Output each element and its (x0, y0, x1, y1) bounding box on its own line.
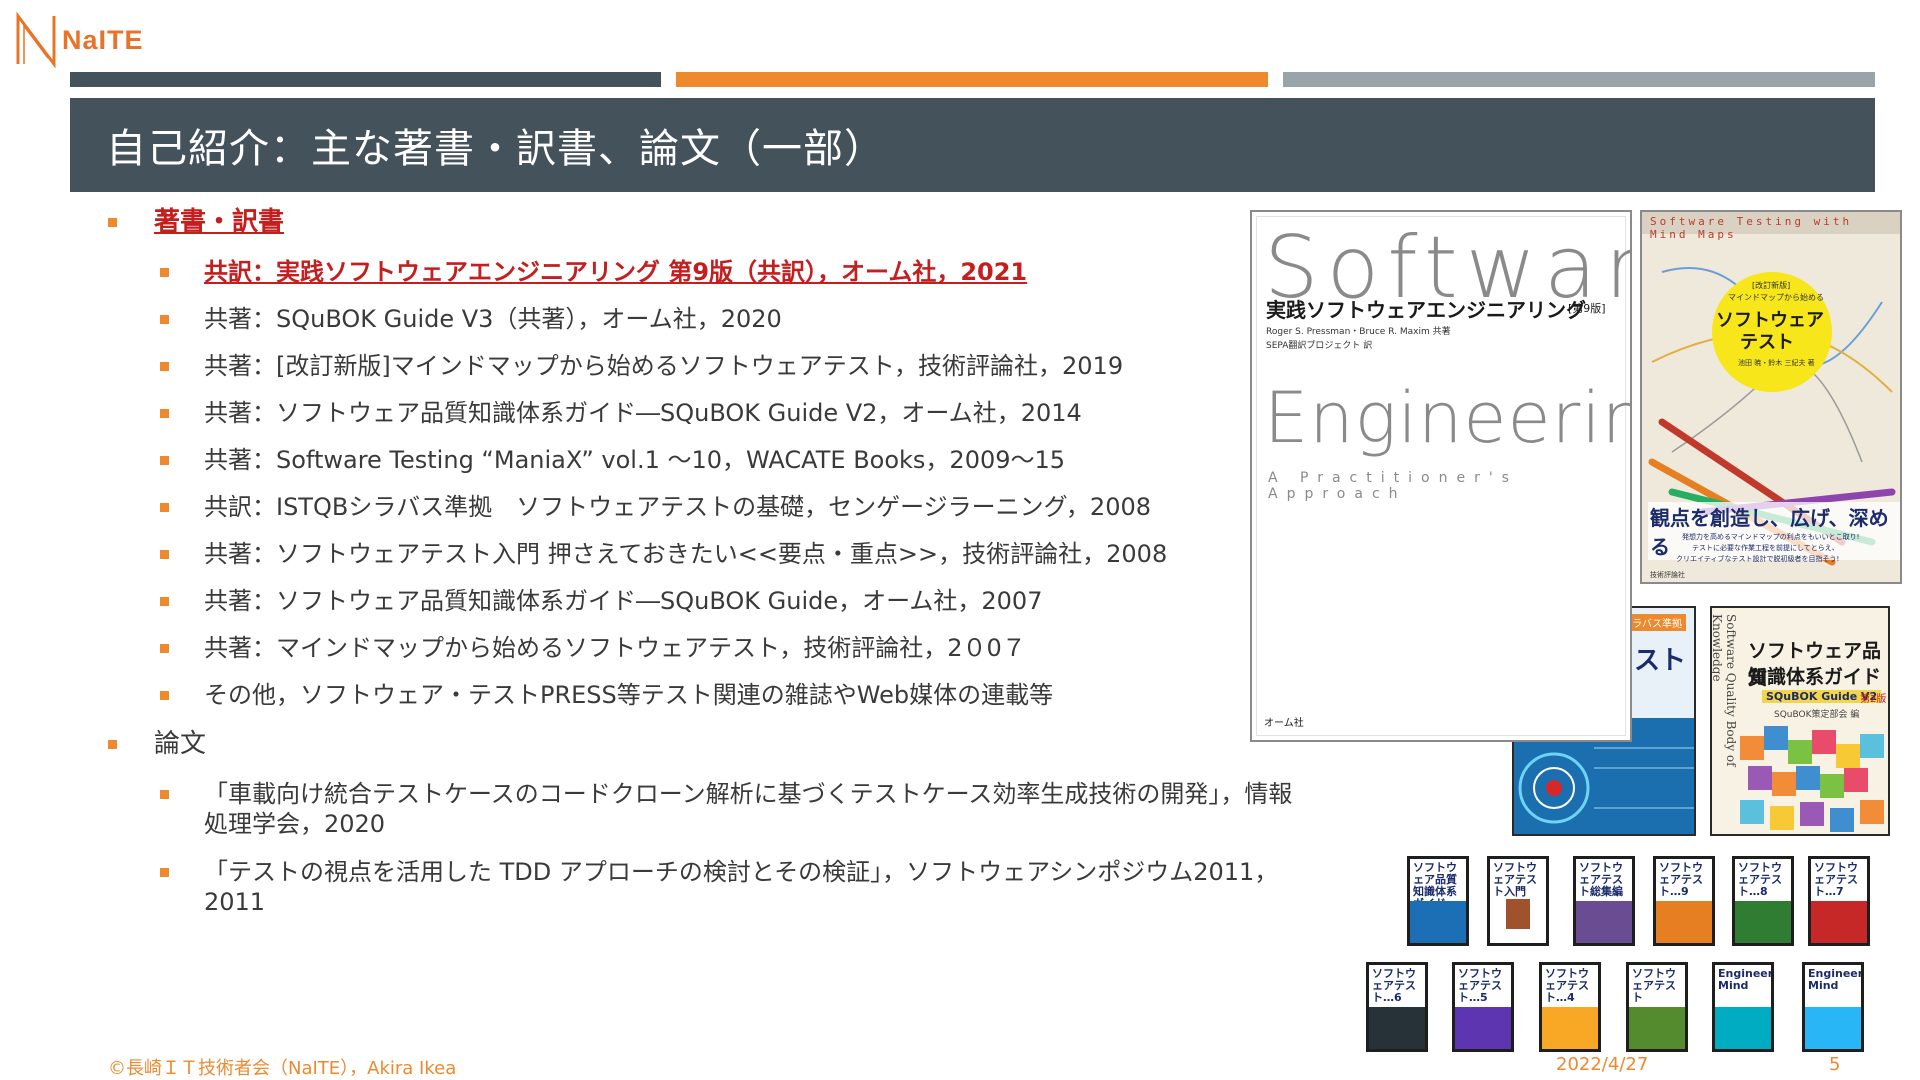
bullet-icon (160, 868, 169, 877)
book-item: 共著：マインドマップから始めるソフトウェアテスト，技術評論社，2０0７ (160, 633, 1026, 663)
book-item: その他，ソフトウェア・テストPRESS等テスト関連の雑誌やWeb媒体の連載等 (160, 680, 1053, 710)
mindmap-publisher: 技術評論社 (1650, 571, 1685, 579)
paper-item: 「テストの視点を活用した TDD アプローチの検討とその検証」，ソフトウェアシン… (160, 857, 1304, 917)
bullet-icon (108, 218, 117, 227)
mindmap-authors: 池田 暁・鈴木 三紀夫 著 (1738, 359, 1815, 367)
book-thumbnail: ソフトウェアテスト…8 (1732, 856, 1794, 946)
bullet-icon (160, 550, 169, 559)
mindmap-desc1: 発想力を高めるマインドマップの利点をもいいとこ取り! (1682, 533, 1860, 541)
bullet-icon (160, 268, 169, 277)
mindmap-desc2: テストに必要な作業工程を前提にしてとらえ、 (1692, 544, 1839, 552)
book-item: 共著：ソフトウェア品質知識体系ガイド―SQuBOK Guide，オーム社，200… (160, 586, 1042, 616)
naite-logo: NaITE (14, 12, 144, 68)
se-edition: [第9版] (1568, 302, 1606, 315)
book-thumbnail: ソフトウェアテスト総集編 (1573, 856, 1635, 946)
section-heading-books: 著書・訳書 (108, 207, 284, 237)
squbok-mosaic (1740, 726, 1884, 832)
book-item: 共著：Software Testing “ManiaX” vol.1 ～10，W… (160, 445, 1065, 475)
mindmap-badge4: テスト (1740, 332, 1794, 353)
bullet-icon (160, 315, 169, 324)
bullet-icon (160, 597, 169, 606)
bullet-icon (160, 362, 169, 371)
book-thumbnail: ソフトウェアテスト…6 (1366, 962, 1428, 1052)
bullet-icon (160, 691, 169, 700)
mindmap-top-text: Software Testing with Mind Maps (1650, 215, 1853, 241)
squbok-title2: 知識体系ガイド (1748, 666, 1882, 688)
book-thumbnail: Engineer Mind (1802, 962, 1864, 1052)
slide-title: 自己紹介：主な著書・訳書、論文（一部） (106, 126, 885, 172)
book-thumbnail: ソフトウェアテスト…9 (1653, 856, 1715, 946)
book-item: 共著：ソフトウェア品質知識体系ガイド―SQuBOK Guide V2，オーム社，… (160, 398, 1082, 428)
cover-squbok-v2: Software Quality Body of Knowledge ソフトウェ… (1710, 606, 1890, 836)
se-publisher: オーム社 (1264, 718, 1304, 729)
mindmap-badge2: マインドマップから始める (1728, 293, 1824, 302)
book-thumbnail: ソフトウェアテスト…4 (1539, 962, 1601, 1052)
se-title-jp: 実践ソフトウェアエンジニアリング (1266, 298, 1586, 322)
book-item: 共著：[改訂新版]マインドマップから始めるソフトウェアテスト，技術評論社，201… (160, 351, 1123, 381)
book-item: 共著：ソフトウェアテスト入門 押さえておきたい<<要点・重点>>，技術評論社，2… (160, 539, 1167, 569)
paper-item: 「車載向け統合テストケースのコードクローン解析に基づくテストケース効率生成技術の… (160, 779, 1304, 839)
se-authors: Roger S. Pressman・Bruce R. Maxim 共著 (1266, 327, 1451, 337)
book-item: 共訳：実践ソフトウェアエンジニアリング 第9版（共訳），オーム社，2021 (160, 257, 1027, 287)
se-subtitle: A Practitioner's Approach (1268, 470, 1518, 502)
squbok-edition: 第2版 (1860, 694, 1887, 705)
book-thumbnail: ソフトウェアテスト…7 (1808, 856, 1870, 946)
title-bar: 自己紹介：主な著書・訳書、論文（一部） (70, 98, 1875, 192)
book-thumbnail: ソフトウェアテスト入門 (1487, 856, 1549, 946)
book-thumbnail: ソフトウェア品質知識体系ガイド (1407, 856, 1469, 946)
squbok-note: SQuBOK策定部会 編 (1774, 710, 1860, 720)
bullet-icon (160, 644, 169, 653)
footer-date: 2022/4/27 (1556, 1054, 1649, 1075)
naite-logo-icon (16, 12, 56, 68)
bullet-icon (160, 456, 169, 465)
book-thumbnail: Engineer Mind (1712, 962, 1774, 1052)
book-thumbnail: ソフトウェアテスト (1626, 962, 1688, 1052)
book-thumbnail: ソフトウェアテスト…5 (1452, 962, 1514, 1052)
footer-copyright: ©長崎ＩＴ技術者会（NaITE），Akira Ikea (108, 1058, 457, 1079)
mindmap-badge1: [改訂新版] (1752, 281, 1791, 290)
mindmap-desc3: クリエイティブなテスト設計で脱初級者を目指そう! (1676, 555, 1840, 563)
bullet-icon (160, 790, 169, 799)
section-heading-papers: 論文 (108, 729, 206, 759)
accent-bar-dark (70, 72, 661, 87)
logo-text: NaITE (62, 24, 144, 55)
bullet-icon (160, 503, 169, 512)
squbok-side-text: Software Quality Body of Knowledge (1710, 614, 1738, 767)
accent-bar-gray (1283, 72, 1875, 87)
bullet-icon (160, 409, 169, 418)
book-item: 共訳：ISTQBシラバス準拠 ソフトウェアテストの基礎，センゲージラーニング，2… (160, 492, 1151, 522)
page-number: 5 (1829, 1054, 1841, 1075)
cover-software-engineering: Software 実践ソフトウェアエンジニアリング [第9版] Roger S.… (1250, 210, 1632, 742)
accent-bar-orange (676, 72, 1268, 87)
bullet-icon (108, 740, 117, 749)
book-item: 共著：SQuBOK Guide V3（共著），オーム社，2020 (160, 304, 782, 334)
cover-mindmap-testing: Software Testing with Mind Maps [改訂新版] マ… (1640, 210, 1902, 584)
istqb-title: スト (1634, 646, 1687, 676)
